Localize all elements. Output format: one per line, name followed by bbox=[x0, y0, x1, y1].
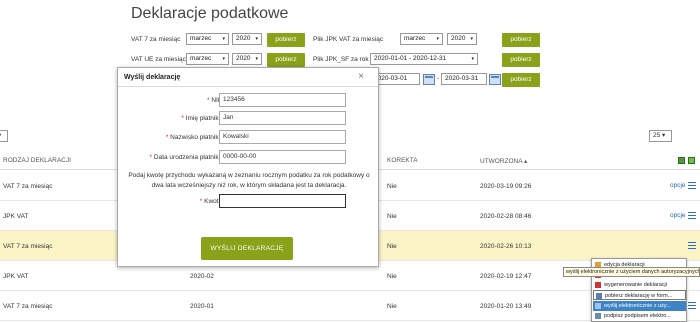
send-declaration-dialog: Wyślij deklarację × * NIP: 123456 * Imię… bbox=[117, 67, 379, 267]
vatue-fetch-button[interactable]: pobierz bbox=[267, 53, 305, 67]
date-range-separator: - bbox=[437, 75, 440, 82]
menu-item-generate[interactable]: wygenerowanie deklaracji bbox=[593, 280, 686, 290]
first-name-input[interactable]: Jan bbox=[219, 111, 346, 125]
download-icon bbox=[596, 293, 602, 299]
nip-input[interactable]: 123456 bbox=[219, 93, 346, 107]
row-created: 2020-02-28 08:46 bbox=[480, 213, 532, 220]
row-type: VAT 7 za miesiąc bbox=[3, 243, 53, 250]
menu-tooltip: wyślij elektronicznie z użyciem danych a… bbox=[563, 267, 700, 277]
export-excel-icon[interactable] bbox=[678, 157, 685, 164]
amount-input[interactable] bbox=[219, 194, 346, 208]
row-korekta: Nie bbox=[387, 243, 397, 250]
jpk-vat-fetch-button[interactable]: pobierz bbox=[502, 33, 540, 47]
row-korekta: Nie bbox=[387, 213, 397, 220]
signature-icon bbox=[595, 313, 601, 319]
calendar-icon[interactable] bbox=[489, 74, 501, 85]
vatue-year-select[interactable]: 2020 ▾ bbox=[232, 53, 262, 65]
row-korekta: Nie bbox=[387, 273, 397, 280]
col-korekta-header[interactable]: KOREKTA bbox=[387, 157, 418, 164]
date-to-input[interactable]: 2020-03-31 bbox=[441, 73, 487, 85]
jpk-vat-year-select[interactable]: 2020 ▾ bbox=[447, 33, 477, 45]
menu-item-download[interactable]: pobierz deklarację w form... bbox=[593, 290, 686, 300]
menu-item-send-electronic[interactable]: wyślij elektronicznie z uży... bbox=[593, 301, 686, 311]
first-name-label: * Imię płatnika: bbox=[181, 115, 224, 122]
row-created: 2020-03-19 09:26 bbox=[480, 183, 532, 190]
jpk-vat-label: Plik JPK VAT za miesiąc bbox=[313, 36, 384, 43]
jpk-sf-range-select[interactable]: 2020-01-01 - 2020-12-31 ▾ bbox=[370, 53, 478, 65]
row-korekta: Nie bbox=[387, 303, 397, 310]
options-link[interactable]: opcje bbox=[670, 182, 686, 189]
dialog-divider bbox=[118, 86, 378, 87]
row-korekta: Nie bbox=[387, 183, 397, 190]
row-created: 2020-02-26 10:13 bbox=[480, 243, 532, 250]
last-name-input[interactable]: Kowalski bbox=[219, 130, 346, 144]
birth-date-input[interactable]: 0000-00-00 bbox=[219, 150, 346, 164]
page: Deklaracje podatkowe VAT 7 za miesiąc ma… bbox=[0, 0, 700, 322]
jpk-sf-label: Plik JPK_SF za rok bbox=[313, 56, 369, 63]
row-created: 2020-02-19 12:47 bbox=[480, 273, 532, 280]
vat7-label: VAT 7 za miesiąc bbox=[131, 36, 181, 43]
pdf-icon bbox=[595, 282, 601, 288]
close-icon[interactable]: × bbox=[358, 71, 364, 82]
calendar-icon[interactable] bbox=[423, 74, 435, 85]
range-fetch-button[interactable]: pobierz bbox=[502, 73, 540, 87]
vat7-fetch-button[interactable]: pobierz bbox=[267, 33, 305, 47]
menu-icon[interactable] bbox=[688, 182, 696, 189]
dialog-title: Wyślij deklarację bbox=[124, 74, 181, 81]
row-created: 2020-01-20 13:49 bbox=[480, 303, 532, 310]
col-type-header[interactable]: RODZAJ DEKLARACJI bbox=[3, 157, 71, 164]
jpk-sf-fetch-button[interactable]: pobierz bbox=[502, 53, 540, 67]
row-period: 2020-02 bbox=[190, 273, 214, 280]
menu-item-sign[interactable]: podpisz podpisem elektro... bbox=[593, 311, 686, 321]
export-csv-icon[interactable] bbox=[688, 157, 695, 164]
menu-icon[interactable] bbox=[688, 302, 696, 309]
row-type: JPK VAT bbox=[3, 213, 29, 220]
menu-icon[interactable] bbox=[688, 242, 696, 249]
birth-date-label: * Data urodzenia płatnika: bbox=[149, 154, 224, 161]
per-page-select[interactable]: 25 ▾ bbox=[649, 130, 672, 142]
amount-instructions: Podaj kwotę przychodu wykazaną w zeznani… bbox=[128, 172, 370, 189]
vatue-label: VAT UE za miesiąc bbox=[131, 56, 186, 63]
send-declaration-button[interactable]: WYŚLIJ DEKLARACJĘ bbox=[201, 237, 293, 260]
row-type: JPK VAT bbox=[3, 273, 29, 280]
col-created-header[interactable]: UTWORZONA ▴ bbox=[480, 157, 527, 165]
row-type: VAT 7 za miesiąc bbox=[3, 303, 53, 310]
last-name-label: * Nazwisko płatnika: bbox=[165, 134, 224, 141]
options-link[interactable]: opcje bbox=[670, 212, 686, 219]
page-title: Deklaracje podatkowe bbox=[131, 5, 289, 22]
vat7-year-select[interactable]: 2020 ▾ bbox=[232, 33, 262, 45]
left-select[interactable]: ▾ bbox=[0, 130, 8, 142]
jpk-vat-month-select[interactable]: marzec ▾ bbox=[400, 33, 443, 45]
row-period: 2020-01 bbox=[190, 303, 214, 310]
vatue-month-select[interactable]: marzec ▾ bbox=[186, 53, 229, 65]
vat7-month-select[interactable]: marzec ▾ bbox=[186, 33, 229, 45]
send-icon bbox=[595, 303, 601, 309]
menu-icon[interactable] bbox=[688, 212, 696, 219]
row-type: VAT 7 za miesiąc bbox=[3, 183, 53, 190]
